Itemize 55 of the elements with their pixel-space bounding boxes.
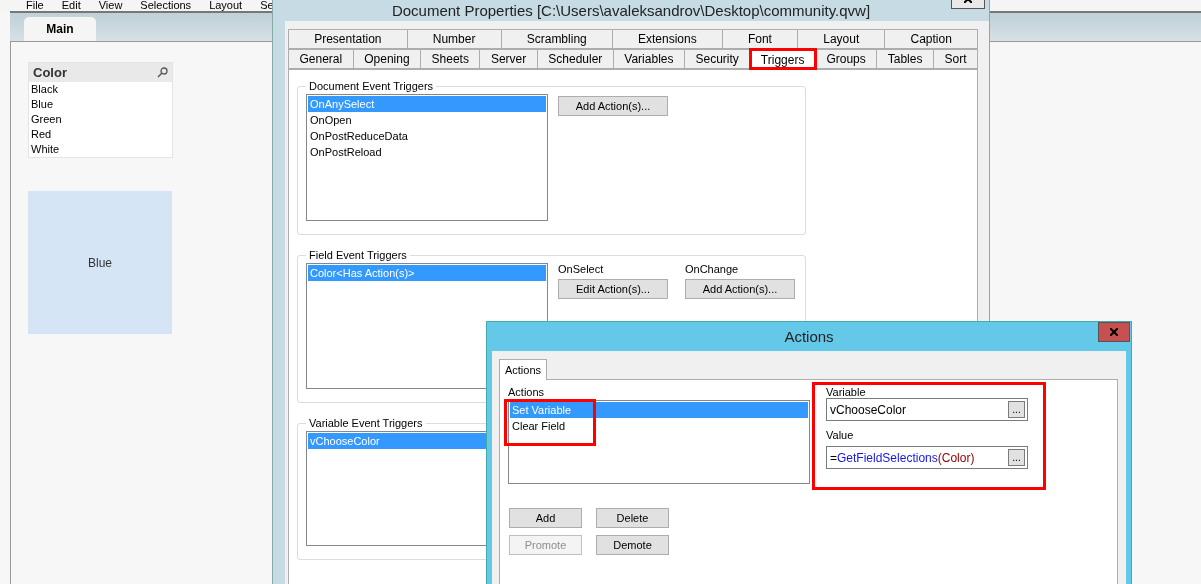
- tab[interactable]: Sort: [933, 49, 978, 69]
- tab[interactable]: Security: [684, 49, 751, 69]
- trigger-list[interactable]: OnAnySelect OnOpen OnPostReduceData OnPostReload: [306, 94, 548, 221]
- menu-item[interactable]: Selections: [140, 0, 192, 11]
- tab[interactable]: Font: [722, 29, 799, 49]
- tab[interactable]: Actions: [499, 359, 547, 380]
- event-label: OnChange: [685, 263, 740, 275]
- action-button[interactable]: Demote: [596, 535, 669, 555]
- field-label: Actions: [508, 386, 545, 398]
- window-title: Actions: [784, 328, 834, 345]
- menu-item[interactable]: Layout: [209, 0, 243, 11]
- field-label: Value: [826, 429, 854, 441]
- tab[interactable]: Layout: [798, 29, 886, 49]
- browse-button[interactable]: ...: [1008, 449, 1025, 466]
- tab[interactable]: Presentation: [288, 29, 408, 49]
- tab[interactable]: Caption: [885, 29, 978, 49]
- menu-item[interactable]: View: [98, 0, 123, 11]
- group-title: Document Event Triggers: [308, 80, 435, 92]
- tab[interactable]: General: [288, 49, 354, 69]
- window-title: Document Properties [C:\Users\avaleksandrov\Desktop\community.qvw]: [391, 1, 871, 19]
- add-actions-button[interactable]: Add Action(s)...: [558, 96, 668, 116]
- value-field[interactable]: =GetFieldSelections(Color) ...: [826, 446, 1028, 469]
- search-icon[interactable]: [157, 67, 168, 78]
- tab[interactable]: Sheets: [421, 49, 481, 69]
- tab[interactable]: Opening: [353, 49, 422, 69]
- action-button[interactable]: Delete: [596, 508, 669, 528]
- group-title: Field Event Triggers: [308, 249, 408, 261]
- sheet-tab[interactable]: Main: [24, 17, 96, 41]
- actions-button[interactable]: Add Action(s)...: [685, 279, 795, 299]
- tab[interactable]: Number: [407, 29, 502, 49]
- text-object: Blue: [28, 191, 172, 334]
- tab[interactable]: Triggers: [750, 49, 816, 69]
- group-title: Variable Event Triggers: [308, 417, 424, 429]
- action-button[interactable]: Add: [509, 508, 582, 528]
- actions-button[interactable]: Edit Action(s)...: [558, 279, 668, 299]
- close-icon: [1110, 328, 1118, 336]
- tab[interactable]: Scheduler: [537, 49, 614, 69]
- tab[interactable]: Extensions: [612, 29, 723, 49]
- variable-field[interactable]: vChooseColor ...: [826, 398, 1028, 421]
- tab[interactable]: Groups: [815, 49, 878, 69]
- list-item[interactable]: OnOpen: [308, 112, 546, 128]
- tab[interactable]: Tables: [877, 49, 934, 69]
- tab[interactable]: Variables: [613, 49, 685, 69]
- field-label: Variable: [826, 386, 866, 398]
- menu-item[interactable]: File: [26, 0, 44, 11]
- menu-item[interactable]: Edit: [61, 0, 81, 11]
- tab[interactable]: Server: [480, 49, 538, 69]
- list-item[interactable]: OnPostReduceData: [308, 128, 546, 144]
- event-label: OnSelect: [558, 263, 605, 275]
- actions-list[interactable]: Set Variable Clear Field: [508, 400, 810, 484]
- listbox-title: Color: [33, 65, 67, 80]
- list-item[interactable]: Clear Field: [510, 418, 808, 434]
- tab[interactable]: Scrambling: [501, 29, 613, 49]
- browse-button[interactable]: ...: [1008, 401, 1025, 418]
- list-item[interactable]: OnPostReload: [308, 144, 546, 160]
